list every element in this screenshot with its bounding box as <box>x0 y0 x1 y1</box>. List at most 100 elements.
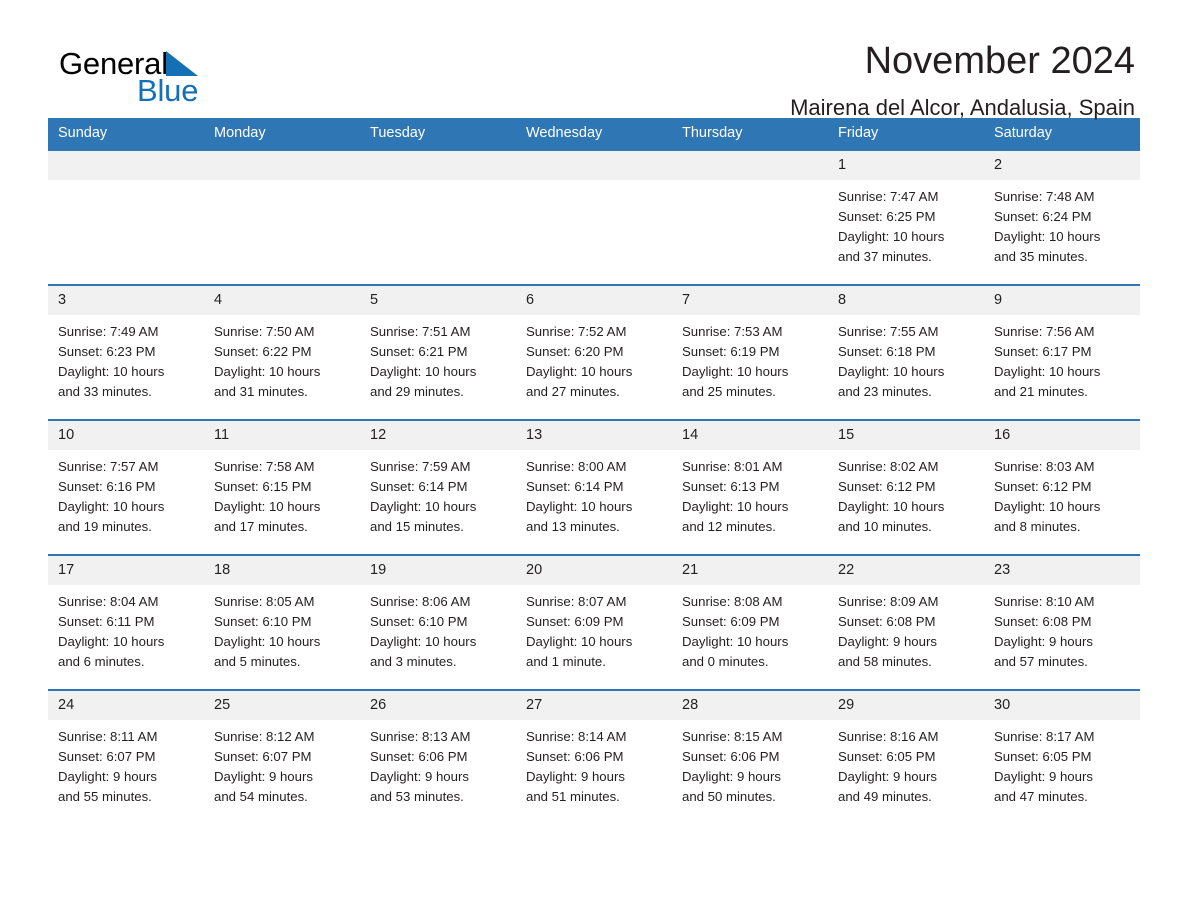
sunset-text: Sunset: 6:09 PM <box>682 614 780 629</box>
calendar-day-cell[interactable]: 15 Sunrise: 8:02 AM Sunset: 6:12 PM Dayligh… <box>828 419 984 555</box>
sunset-text: Sunset: 6:06 PM <box>526 749 624 764</box>
calendar-day-cell[interactable]: 16 Sunrise: 8:03 AM Sunset: 6:12 PM Dayligh… <box>984 419 1140 555</box>
sunset-text: Sunset: 6:11 PM <box>58 614 155 629</box>
day-sun-info: Sunrise: 7:52 AM Sunset: 6:20 PM Daylight:… <box>516 315 672 402</box>
day-number: 28 <box>672 691 828 720</box>
daylight-text-line-1: Daylight: 10 hours <box>526 499 633 514</box>
day-cell-inner <box>516 151 672 284</box>
day-sun-info: Sunrise: 7:51 AM Sunset: 6:21 PM Daylight:… <box>360 315 516 402</box>
calendar-day-cell[interactable]: 4 Sunrise: 7:50 AM Sunset: 6:22 PM Daylight… <box>204 284 360 420</box>
calendar-day-cell[interactable]: 17 Sunrise: 8:04 AM Sunset: 6:11 PM Dayligh… <box>48 554 204 690</box>
day-number: 27 <box>516 691 672 720</box>
day-number: 23 <box>984 556 1140 585</box>
day-sun-info: Sunrise: 7:53 AM Sunset: 6:19 PM Daylight:… <box>672 315 828 402</box>
generalblue-logo[interactable]: General Blue <box>59 46 349 116</box>
sunset-text: Sunset: 6:14 PM <box>526 479 624 494</box>
day-number <box>672 151 828 180</box>
calendar-day-cell[interactable]: 25 Sunrise: 8:12 AM Sunset: 6:07 PM Dayligh… <box>204 689 360 824</box>
sunset-text: Sunset: 6:08 PM <box>838 614 936 629</box>
calendar-day-cell[interactable]: 20 Sunrise: 8:07 AM Sunset: 6:09 PM Dayligh… <box>516 554 672 690</box>
daylight-text-line-2: and 58 minutes. <box>838 654 932 669</box>
day-number: 10 <box>48 421 204 450</box>
calendar-day-cell[interactable]: 3 Sunrise: 7:49 AM Sunset: 6:23 PM Daylight… <box>48 284 204 420</box>
logo-top-row: General <box>59 46 349 82</box>
calendar-day-cell[interactable]: 10 Sunrise: 7:57 AM Sunset: 6:16 PM Dayligh… <box>48 419 204 555</box>
daylight-text-line-2: and 55 minutes. <box>58 789 152 804</box>
daylight-text-line-1: Daylight: 10 hours <box>682 364 789 379</box>
day-number: 3 <box>48 286 204 315</box>
daylight-text-line-1: Daylight: 10 hours <box>994 229 1101 244</box>
day-sun-info: Sunrise: 7:50 AM Sunset: 6:22 PM Daylight:… <box>204 315 360 402</box>
day-number: 17 <box>48 556 204 585</box>
calendar-day-cell[interactable]: 30 Sunrise: 8:17 AM Sunset: 6:05 PM Dayligh… <box>984 689 1140 824</box>
calendar-day-cell[interactable]: 11 Sunrise: 7:58 AM Sunset: 6:15 PM Dayligh… <box>204 419 360 555</box>
sunrise-text: Sunrise: 8:00 AM <box>526 459 627 474</box>
day-cell-inner: 18 Sunrise: 8:05 AM Sunset: 6:10 PM Dayligh… <box>204 556 360 689</box>
day-number: 14 <box>672 421 828 450</box>
calendar-day-cell[interactable]: 7 Sunrise: 7:53 AM Sunset: 6:19 PM Daylight… <box>672 284 828 420</box>
weekday-header-sunday: Sunday <box>48 118 204 150</box>
daylight-text-line-1: Daylight: 9 hours <box>682 769 781 784</box>
calendar-day-cell-empty <box>672 149 828 285</box>
calendar-day-cell[interactable]: 5 Sunrise: 7:51 AM Sunset: 6:21 PM Daylight… <box>360 284 516 420</box>
day-sun-info: Sunrise: 8:00 AM Sunset: 6:14 PM Daylight:… <box>516 450 672 537</box>
sunset-text: Sunset: 6:22 PM <box>214 344 312 359</box>
calendar-day-cell[interactable]: 28 Sunrise: 8:15 AM Sunset: 6:06 PM Dayligh… <box>672 689 828 824</box>
day-sun-info: Sunrise: 8:17 AM Sunset: 6:05 PM Daylight:… <box>984 720 1140 807</box>
calendar-day-cell[interactable]: 21 Sunrise: 8:08 AM Sunset: 6:09 PM Dayligh… <box>672 554 828 690</box>
sunrise-text: Sunrise: 7:57 AM <box>58 459 159 474</box>
sunset-text: Sunset: 6:07 PM <box>58 749 156 764</box>
day-cell-inner: 7 Sunrise: 7:53 AM Sunset: 6:19 PM Daylight… <box>672 286 828 419</box>
calendar-day-cell[interactable]: 18 Sunrise: 8:05 AM Sunset: 6:10 PM Dayligh… <box>204 554 360 690</box>
daylight-text-line-1: Daylight: 10 hours <box>214 364 321 379</box>
daylight-text-line-2: and 5 minutes. <box>214 654 301 669</box>
calendar-day-cell[interactable]: 13 Sunrise: 8:00 AM Sunset: 6:14 PM Dayligh… <box>516 419 672 555</box>
calendar-day-cell[interactable]: 6 Sunrise: 7:52 AM Sunset: 6:20 PM Daylight… <box>516 284 672 420</box>
calendar-day-cell[interactable]: 2 Sunrise: 7:48 AM Sunset: 6:24 PM Daylight… <box>984 149 1140 285</box>
daylight-text-line-2: and 57 minutes. <box>994 654 1088 669</box>
calendar-day-cell[interactable]: 29 Sunrise: 8:16 AM Sunset: 6:05 PM Dayligh… <box>828 689 984 824</box>
daylight-text-line-2: and 51 minutes. <box>526 789 620 804</box>
day-sun-info: Sunrise: 8:09 AM Sunset: 6:08 PM Daylight:… <box>828 585 984 672</box>
calendar-day-cell[interactable]: 14 Sunrise: 8:01 AM Sunset: 6:13 PM Dayligh… <box>672 419 828 555</box>
day-cell-inner: 3 Sunrise: 7:49 AM Sunset: 6:23 PM Daylight… <box>48 286 204 419</box>
daylight-text-line-2: and 13 minutes. <box>526 519 620 534</box>
calendar-day-cell[interactable]: 1 Sunrise: 7:47 AM Sunset: 6:25 PM Daylight… <box>828 149 984 285</box>
day-sun-info: Sunrise: 7:47 AM Sunset: 6:25 PM Daylight:… <box>828 180 984 267</box>
sunset-text: Sunset: 6:15 PM <box>214 479 312 494</box>
day-sun-info: Sunrise: 7:48 AM Sunset: 6:24 PM Daylight:… <box>984 180 1140 267</box>
sunrise-text: Sunrise: 8:15 AM <box>682 729 783 744</box>
sunset-text: Sunset: 6:08 PM <box>994 614 1092 629</box>
sunrise-text: Sunrise: 8:12 AM <box>214 729 315 744</box>
day-sun-info: Sunrise: 8:11 AM Sunset: 6:07 PM Daylight:… <box>48 720 204 807</box>
daylight-text-line-1: Daylight: 10 hours <box>58 634 165 649</box>
calendar-day-cell[interactable]: 23 Sunrise: 8:10 AM Sunset: 6:08 PM Dayligh… <box>984 554 1140 690</box>
calendar-day-cell[interactable]: 22 Sunrise: 8:09 AM Sunset: 6:08 PM Dayligh… <box>828 554 984 690</box>
day-cell-inner: 26 Sunrise: 8:13 AM Sunset: 6:06 PM Dayligh… <box>360 691 516 824</box>
sunrise-text: Sunrise: 8:17 AM <box>994 729 1095 744</box>
calendar-day-cell[interactable]: 8 Sunrise: 7:55 AM Sunset: 6:18 PM Daylight… <box>828 284 984 420</box>
day-number: 6 <box>516 286 672 315</box>
calendar-day-cell[interactable]: 26 Sunrise: 8:13 AM Sunset: 6:06 PM Dayligh… <box>360 689 516 824</box>
sunrise-text: Sunrise: 8:13 AM <box>370 729 471 744</box>
day-number: 30 <box>984 691 1140 720</box>
sunset-text: Sunset: 6:05 PM <box>994 749 1092 764</box>
day-number: 5 <box>360 286 516 315</box>
day-sun-info <box>204 180 360 187</box>
calendar-day-cell[interactable]: 27 Sunrise: 8:14 AM Sunset: 6:06 PM Dayligh… <box>516 689 672 824</box>
day-number: 26 <box>360 691 516 720</box>
sunrise-text: Sunrise: 8:01 AM <box>682 459 783 474</box>
sunrise-text: Sunrise: 8:08 AM <box>682 594 783 609</box>
day-number: 7 <box>672 286 828 315</box>
daylight-text-line-1: Daylight: 9 hours <box>370 769 469 784</box>
sunrise-text: Sunrise: 8:16 AM <box>838 729 939 744</box>
sunset-text: Sunset: 6:19 PM <box>682 344 780 359</box>
calendar-day-cell[interactable]: 24 Sunrise: 8:11 AM Sunset: 6:07 PM Dayligh… <box>48 689 204 824</box>
sunset-text: Sunset: 6:10 PM <box>214 614 312 629</box>
daylight-text-line-1: Daylight: 10 hours <box>526 634 633 649</box>
daylight-text-line-2: and 37 minutes. <box>838 249 932 264</box>
day-number: 2 <box>984 151 1140 180</box>
calendar-day-cell[interactable]: 12 Sunrise: 7:59 AM Sunset: 6:14 PM Dayligh… <box>360 419 516 555</box>
calendar-day-cell[interactable]: 9 Sunrise: 7:56 AM Sunset: 6:17 PM Daylight… <box>984 284 1140 420</box>
calendar-day-cell[interactable]: 19 Sunrise: 8:06 AM Sunset: 6:10 PM Dayligh… <box>360 554 516 690</box>
